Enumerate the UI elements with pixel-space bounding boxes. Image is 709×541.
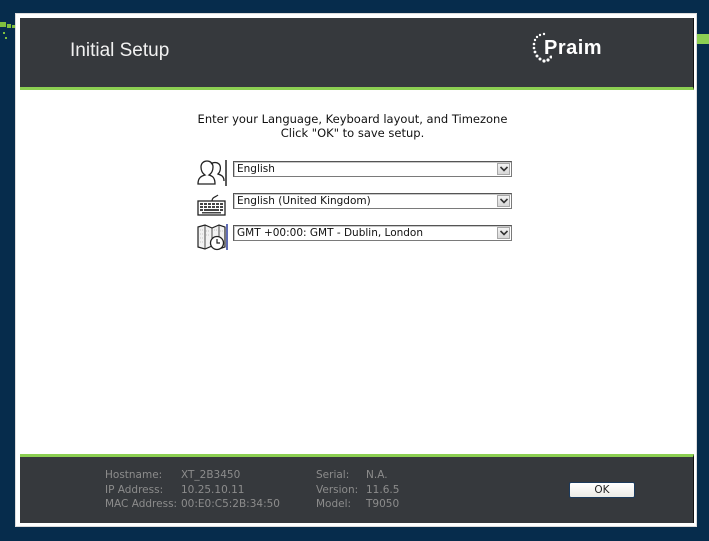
logo-text: Praim [544, 37, 603, 59]
mac-address-row: MAC Address: 00:E0:C5:2B:34:50 [105, 497, 280, 512]
serial-value: N.A. [366, 469, 388, 481]
ok-button[interactable]: OK [569, 482, 635, 498]
decorative-dot [7, 24, 11, 28]
mac-address-label: MAC Address: [105, 498, 178, 510]
hostname-row: Hostname: XT_2B3450 [105, 468, 280, 483]
praim-logo: Praim [528, 28, 648, 74]
device-info-right: Serial: N.A. Version: 11.6.5 Model: T9050 [316, 468, 399, 512]
version-row: Version: 11.6.5 [316, 483, 399, 498]
model-label: Model: [316, 498, 352, 510]
header-bar: Initial Setup Praim [20, 18, 694, 90]
model-value: T9050 [366, 498, 400, 510]
hostname-value: XT_2B3450 [181, 469, 241, 481]
chevron-down-icon [500, 166, 508, 172]
language-dropdown-button[interactable] [497, 163, 510, 175]
page-title: Initial Setup [70, 40, 170, 61]
serial-label: Serial: [316, 469, 350, 481]
device-info-left: Hostname: XT_2B3450 IP Address: 10.25.10.1… [105, 468, 280, 512]
keyboard-dropdown-button[interactable] [497, 195, 510, 207]
decorative-dot [0, 22, 6, 27]
keyboard-icon [197, 194, 226, 216]
timezone-select[interactable]: GMT +00:00: GMT - Dublin, London [233, 225, 512, 241]
timezone-dropdown-button[interactable] [497, 227, 510, 239]
instruction-line-1: Enter your Language, Keyboard layout, an… [197, 112, 508, 126]
setup-window: Initial Setup Praim Enter your Language,… [15, 13, 697, 527]
version-label: Version: [316, 483, 359, 496]
hostname-label: Hostname: [105, 469, 163, 481]
serial-row: Serial: N.A. [316, 468, 399, 483]
timezone-map-clock-icon [197, 224, 228, 251]
footer-bar: Hostname: XT_2B3450 IP Address: 10.25.10.1… [20, 454, 694, 523]
decorative-bar [697, 34, 709, 44]
user-language-icon [197, 160, 227, 186]
decorative-dot [3, 32, 5, 34]
model-row: Model: T9050 [316, 497, 399, 512]
ip-address-value: 10.25.10.11 [181, 483, 245, 496]
instructions: Enter your Language, Keyboard layout, an… [16, 112, 689, 140]
ip-address-label: IP Address: [105, 483, 164, 496]
language-select[interactable]: English [233, 161, 512, 177]
mac-address-value: 00:E0:C5:2B:34:50 [181, 498, 280, 510]
language-select-value: English [237, 163, 275, 175]
keyboard-layout-select[interactable]: English (United Kingdom) [233, 193, 512, 209]
timezone-select-value: GMT +00:00: GMT - Dublin, London [237, 227, 424, 239]
instruction-line-2: Click "OK" to save setup. [280, 126, 425, 140]
version-value: 11.6.5 [366, 483, 400, 496]
keyboard-layout-select-value: English (United Kingdom) [237, 195, 371, 207]
chevron-down-icon [500, 198, 508, 204]
decorative-dot [5, 37, 7, 39]
ip-address-row: IP Address: 10.25.10.11 [105, 483, 280, 498]
chevron-down-icon [500, 230, 508, 236]
